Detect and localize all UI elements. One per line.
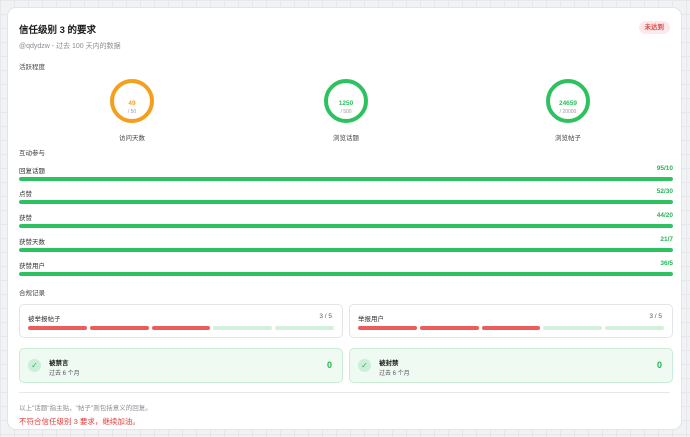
circle-value: 24659 <box>558 100 578 107</box>
bar-fill <box>19 248 673 252</box>
circle-target: / 50 <box>127 109 137 115</box>
bar-value: 36/5 <box>660 260 673 267</box>
report-segment <box>543 326 603 330</box>
interaction-bar-liked-users: 获赞用户 36/5 <box>19 260 673 282</box>
circle-label: 浏览话题 <box>333 135 359 142</box>
bar-track <box>19 272 673 276</box>
report-segment <box>151 326 211 330</box>
report-label: 举报用户 <box>358 316 384 323</box>
footer-note: 以上"话题"指主贴，"帖子"则包括意义的回复。 <box>19 405 152 412</box>
ban-box-silenced: ✓ 被禁言 过去 6 个月 0 <box>19 348 343 383</box>
report-segment <box>481 326 541 330</box>
bar-label: 回复话题 <box>19 168 45 175</box>
circle-label: 访问天数 <box>119 135 145 142</box>
ban-subtitle: 过去 6 个月 <box>379 371 410 377</box>
report-box-reported-users: 举报用户 3 / 5 <box>349 304 673 338</box>
bar-value: 95/10 <box>656 165 673 172</box>
circle-label: 浏览帖子 <box>555 135 581 142</box>
report-segments <box>28 326 334 330</box>
bar-fill <box>19 200 673 204</box>
bar-track <box>19 224 673 228</box>
check-icon: ✓ <box>358 359 371 372</box>
ban-box-suspended: ✓ 被封禁 过去 6 个月 0 <box>349 348 673 383</box>
circle-value: 49 <box>128 100 136 107</box>
ban-count: 0 <box>656 360 662 370</box>
report-segments <box>358 326 664 330</box>
bar-value: 44/20 <box>656 212 673 219</box>
circle-target: / 500 <box>340 109 352 115</box>
report-segment <box>419 326 479 330</box>
report-segment <box>28 326 87 330</box>
report-segment <box>275 326 334 330</box>
bar-value: 52/30 <box>656 188 673 195</box>
status-badge: 未达到 <box>638 21 670 34</box>
interaction-bar-likes-given: 点赞 52/30 <box>19 188 673 210</box>
bar-label: 点赞 <box>19 191 32 198</box>
footer-verdict: 不符合信任级别 3 要求，继续加油。 <box>19 417 140 426</box>
compliance-section-label: 合规记录 <box>19 290 45 297</box>
activity-circle-viewed-posts: 24659 / 20000 浏览帖子 <box>538 78 598 142</box>
page-title: 信任级别 3 的要求 <box>19 25 97 36</box>
trust-level-card: 信任级别 3 的要求 @qdydzw - 过去 100 天内的数据 未达到 活跃… <box>7 7 682 430</box>
report-box-flagged-posts: 被举报帖子 3 / 5 <box>19 304 343 338</box>
bar-fill <box>19 177 673 181</box>
ban-count: 0 <box>326 360 332 370</box>
bar-track <box>19 248 673 252</box>
report-count: 3 / 5 <box>649 313 662 320</box>
report-label: 被举报帖子 <box>28 316 61 323</box>
bar-label: 获赞 <box>19 215 32 222</box>
activity-section-label: 活跃程度 <box>19 64 45 71</box>
bar-value: 21/7 <box>660 236 673 243</box>
report-segment <box>358 326 417 330</box>
interaction-bar-likes-received: 获赞 44/20 <box>19 212 673 234</box>
footer-divider <box>19 392 670 393</box>
report-segment <box>213 326 273 330</box>
bar-label: 获赞用户 <box>19 263 45 270</box>
ban-title: 被封禁 <box>379 360 399 367</box>
bar-track <box>19 177 673 181</box>
bar-fill <box>19 224 673 228</box>
activity-circle-visit-days: 49 / 50 访问天数 <box>102 78 162 142</box>
ban-subtitle: 过去 6 个月 <box>49 371 80 377</box>
activity-circle-viewed-topics: 1250 / 500 浏览话题 <box>316 78 376 142</box>
circle-target: / 20000 <box>559 109 577 115</box>
bar-track <box>19 200 673 204</box>
interaction-bar-reply-topics: 回复话题 95/10 <box>19 165 673 187</box>
report-segment <box>89 326 149 330</box>
report-segment <box>605 326 664 330</box>
check-icon: ✓ <box>28 359 41 372</box>
interaction-bar-liked-days: 获赞天数 21/7 <box>19 236 673 258</box>
bar-label: 获赞天数 <box>19 239 45 246</box>
ban-title: 被禁言 <box>49 360 69 367</box>
report-count: 3 / 5 <box>319 313 332 320</box>
bar-fill <box>19 272 673 276</box>
page-subtitle: @qdydzw - 过去 100 天内的数据 <box>19 43 121 50</box>
circle-value: 1250 <box>338 100 354 107</box>
interaction-section-label: 互动参与 <box>19 150 45 157</box>
